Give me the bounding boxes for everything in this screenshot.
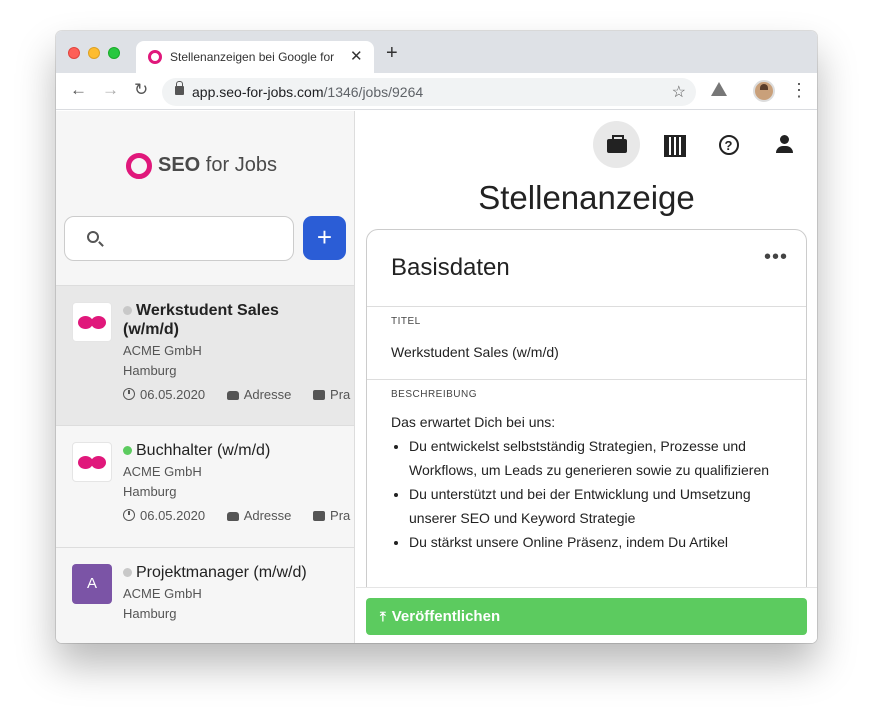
description-text[interactable]: Das erwartet Dich bei uns: Du entwickels…	[391, 410, 791, 554]
favicon-icon	[148, 50, 162, 64]
url-text[interactable]: app.seo-for-jobs.com/1346/jobs/9264	[192, 84, 423, 100]
description-bullet: Du entwickelst selbstständig Strategien,…	[409, 434, 791, 482]
minimize-window-button[interactable]	[88, 47, 100, 59]
logo-ring-icon	[126, 153, 152, 179]
card-title: Basisdaten	[391, 254, 510, 281]
title-label: TITEL	[391, 316, 421, 327]
title-value[interactable]: Werkstudent Sales (w/m/d)	[391, 344, 559, 360]
zoom-window-button[interactable]	[108, 47, 120, 59]
job-title: Projektmanager (m/w/d)	[136, 564, 307, 581]
app-content: SEO for Jobs + Werkstudent Sales (w/m/d)…	[56, 111, 817, 643]
job-company: ACME GmbH	[123, 586, 202, 601]
browser-tab[interactable]: Stellenanzeigen bei Google for ✕	[136, 41, 374, 73]
job-list-item[interactable]: Buchhalter (w/m/d) ACME GmbH Hamburg 06.…	[56, 425, 354, 547]
job-title-line2: (w/m/d)	[123, 321, 179, 338]
clock-icon	[123, 509, 135, 521]
main-panel: ? Stellenanzeige Basisdaten ••• TITEL We…	[356, 111, 817, 643]
forward-icon[interactable]: →	[102, 81, 119, 99]
car-icon	[226, 512, 239, 521]
job-company: ACME GmbH	[123, 464, 202, 479]
search-icon	[87, 231, 99, 243]
company-logo	[72, 302, 112, 342]
publish-button[interactable]: ⤒ Veröffentlichen	[366, 598, 807, 635]
browser-window: Stellenanzeigen bei Google for ✕ + ← → ↻…	[56, 31, 817, 643]
briefcase-icon	[313, 390, 326, 400]
job-city: Hamburg	[123, 484, 177, 499]
bookmark-star-icon[interactable]: ☆	[672, 82, 686, 102]
company-nav-icon[interactable]	[649, 121, 696, 168]
tab-close-icon[interactable]: ✕	[350, 47, 363, 65]
reload-icon[interactable]: ↻	[134, 81, 148, 99]
job-city: Hamburg	[123, 363, 177, 378]
tab-strip: Stellenanzeigen bei Google for ✕ +	[56, 31, 817, 73]
tab-title: Stellenanzeigen bei Google for	[170, 50, 335, 64]
job-list-item[interactable]: A Projektmanager (m/w/d) ACME GmbH Hambu…	[56, 547, 354, 643]
description-bullet: Du stärkst unsere Online Präsenz, indem …	[409, 530, 791, 554]
browser-menu-icon[interactable]: ⋮	[790, 81, 808, 99]
company-logo	[72, 442, 112, 482]
description-intro: Das erwartet Dich bei uns:	[391, 414, 556, 430]
status-dot	[123, 446, 132, 455]
account-icon[interactable]	[761, 121, 808, 168]
new-tab-button[interactable]: +	[386, 43, 398, 63]
company-avatar: A	[72, 564, 112, 604]
add-job-button[interactable]: +	[303, 216, 346, 260]
jobs-nav-icon[interactable]	[593, 121, 640, 168]
lock-icon	[175, 81, 184, 95]
car-icon	[226, 391, 239, 400]
job-list-item[interactable]: Werkstudent Sales (w/m/d) ACME GmbH Hamb…	[56, 285, 354, 425]
divider	[367, 379, 806, 380]
sidebar: SEO for Jobs + Werkstudent Sales (w/m/d)…	[56, 111, 355, 643]
browser-toolbar: ← → ↻ app.seo-for-jobs.com/1346/jobs/926…	[56, 73, 817, 110]
address-bar[interactable]: app.seo-for-jobs.com/1346/jobs/9264 ☆	[162, 78, 696, 106]
upload-icon: ⤒	[380, 609, 386, 624]
status-dot	[123, 306, 132, 315]
more-options-icon[interactable]: •••	[764, 246, 788, 269]
briefcase-icon	[313, 511, 326, 521]
status-dot	[123, 568, 132, 577]
drive-extension-icon[interactable]	[711, 82, 727, 96]
description-label: BESCHREIBUNG	[391, 389, 478, 400]
search-box[interactable]	[64, 216, 294, 261]
description-bullet: Du unterstützt und bei der Entwicklung u…	[409, 482, 791, 530]
page-title: Stellenanzeige	[478, 179, 695, 216]
job-meta: 06.05.2020 Adresse Pra	[123, 387, 350, 402]
clock-icon	[123, 388, 135, 400]
close-window-button[interactable]	[68, 47, 80, 59]
search-input[interactable]	[109, 227, 284, 251]
basisdaten-card: Basisdaten ••• TITEL Werkstudent Sales (…	[366, 229, 807, 643]
divider	[367, 306, 806, 307]
help-icon[interactable]: ?	[705, 121, 752, 168]
profile-avatar[interactable]	[753, 80, 775, 102]
job-city: Hamburg	[123, 606, 177, 621]
job-title: Werkstudent Sales	[136, 302, 279, 319]
back-icon[interactable]: ←	[70, 81, 87, 99]
job-title: Buchhalter (w/m/d)	[136, 442, 271, 459]
job-meta: 06.05.2020 Adresse Pra	[123, 508, 350, 523]
footer-bar: ⤒ Veröffentlichen	[356, 587, 817, 643]
job-company: ACME GmbH	[123, 343, 202, 358]
